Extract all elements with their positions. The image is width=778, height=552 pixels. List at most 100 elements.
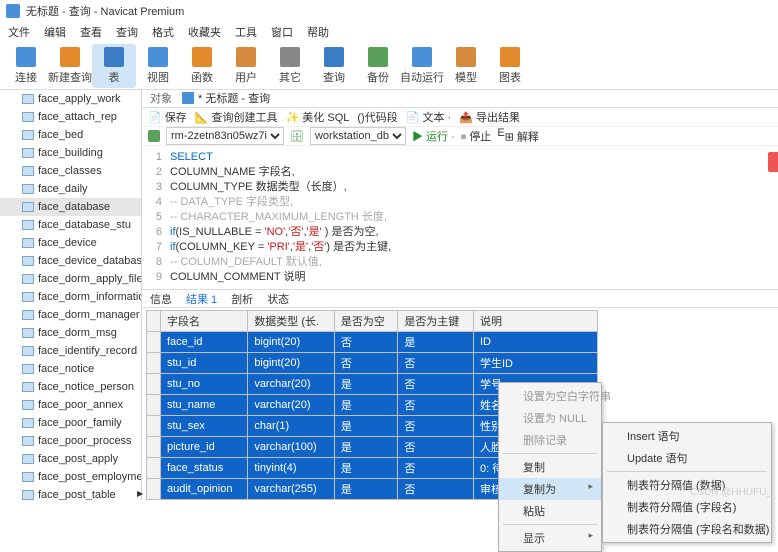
col-header[interactable]: 是否为空 bbox=[334, 311, 397, 332]
sidebar-item[interactable]: face_daily bbox=[0, 180, 141, 198]
sidebar-item[interactable]: face_building bbox=[0, 144, 141, 162]
toolbar-自动运行[interactable]: 自动运行 bbox=[400, 44, 444, 88]
ctx-item: 设置为 NULL bbox=[499, 407, 601, 429]
menu-item[interactable]: 窗口 bbox=[271, 24, 293, 40]
table-icon bbox=[22, 238, 34, 248]
menu-item[interactable]: 文件 bbox=[8, 24, 30, 40]
result-tab[interactable]: 结果 1 bbox=[186, 291, 217, 307]
toolbar-备份[interactable]: 备份 bbox=[356, 44, 400, 88]
table-row[interactable]: stu_idbigint(20)否否学生ID bbox=[147, 353, 598, 374]
table-icon bbox=[22, 202, 34, 212]
codeblock-button[interactable]: ()代码段 bbox=[357, 109, 397, 125]
table-icon bbox=[22, 130, 34, 140]
col-header[interactable]: 说明 bbox=[473, 311, 597, 332]
toolbar-查询[interactable]: 查询 bbox=[312, 44, 356, 88]
col-header[interactable]: 数据类型 (长. bbox=[248, 311, 335, 332]
explain-button[interactable]: E⊞ 解释 bbox=[497, 127, 539, 145]
ctx-item[interactable]: Update 语句 bbox=[603, 447, 771, 469]
beautify-button[interactable]: ✨ 美化 SQL bbox=[286, 109, 350, 125]
sidebar-item[interactable]: face_poor_process bbox=[0, 432, 141, 450]
table-icon bbox=[22, 328, 34, 338]
builder-button[interactable]: 📐 查询创建工具 bbox=[195, 109, 278, 125]
query-icon bbox=[182, 92, 194, 104]
sidebar-item[interactable]: face_apply_work bbox=[0, 90, 141, 108]
toolbar-连接[interactable]: 连接 bbox=[4, 44, 48, 88]
table-icon bbox=[22, 454, 34, 464]
menu-item[interactable]: 收藏夹 bbox=[188, 24, 221, 40]
toolbar-视图[interactable]: 视图 bbox=[136, 44, 180, 88]
sidebar-item[interactable]: face_poor_family bbox=[0, 414, 141, 432]
menu-item[interactable]: 格式 bbox=[152, 24, 174, 40]
ctx-item[interactable]: 制表符分隔值 (字段名) bbox=[603, 496, 771, 518]
toolbar-函数[interactable]: 函数 bbox=[180, 44, 224, 88]
object-sidebar[interactable]: face_apply_workface_attach_repface_bedfa… bbox=[0, 90, 142, 500]
export-button[interactable]: 📤 导出结果 bbox=[459, 109, 520, 125]
menu-item[interactable]: 工具 bbox=[235, 24, 257, 40]
bookmark-flag[interactable] bbox=[768, 152, 778, 172]
sidebar-item[interactable]: face_database bbox=[0, 198, 141, 216]
result-tab[interactable]: 状态 bbox=[267, 291, 289, 307]
table-icon bbox=[22, 184, 34, 194]
sidebar-item[interactable]: face_bed bbox=[0, 126, 141, 144]
menu-item[interactable]: 查询 bbox=[116, 24, 138, 40]
sidebar-item[interactable]: face_dorm_msg bbox=[0, 324, 141, 342]
sidebar-item[interactable]: face_attach_rep bbox=[0, 108, 141, 126]
ctx-item[interactable]: 复制为 bbox=[499, 478, 601, 500]
col-header[interactable]: 字段名 bbox=[161, 311, 248, 332]
sidebar-item[interactable]: face_poor_annex bbox=[0, 396, 141, 414]
menu-item[interactable]: 帮助 bbox=[307, 24, 329, 40]
toolbar-图表[interactable]: 图表 bbox=[488, 44, 532, 88]
sidebar-item[interactable]: face_identify_record bbox=[0, 342, 141, 360]
menu-item[interactable]: 查看 bbox=[80, 24, 102, 40]
sidebar-item[interactable]: face_dorm_informatior bbox=[0, 288, 141, 306]
menu-item[interactable]: 编辑 bbox=[44, 24, 66, 40]
toolbar-用户[interactable]: 用户 bbox=[224, 44, 268, 88]
ctx-item[interactable]: 粘贴 bbox=[499, 500, 601, 522]
sidebar-item[interactable]: face_notice_person bbox=[0, 378, 141, 396]
context-submenu[interactable]: Insert 语句Update 语句制表符分隔值 (数据)制表符分隔值 (字段名… bbox=[602, 422, 772, 543]
server-select[interactable]: rm-2zetn83n05wz7i bbox=[166, 127, 284, 145]
table-icon bbox=[22, 346, 34, 356]
sidebar-item[interactable]: face_device_database bbox=[0, 252, 141, 270]
toolbar-其它[interactable]: 其它 bbox=[268, 44, 312, 88]
ctx-item[interactable]: 制表符分隔值 (字段名和数据) bbox=[603, 518, 771, 540]
ctx-item[interactable]: 复制 bbox=[499, 456, 601, 478]
连接-icon bbox=[16, 47, 36, 67]
sidebar-item[interactable]: face_device bbox=[0, 234, 141, 252]
table-row[interactable]: face_idbigint(20)否是ID bbox=[147, 332, 598, 353]
sidebar-item[interactable]: face_notice bbox=[0, 360, 141, 378]
自动运行-icon bbox=[412, 47, 432, 67]
table-icon bbox=[22, 274, 34, 284]
col-header[interactable]: 是否为主键 bbox=[398, 311, 474, 332]
query-toolbar: 📄 保存 📐 查询创建工具 ✨ 美化 SQL ()代码段 📄 文本 · 📤 导出… bbox=[142, 108, 778, 127]
sidebar-item[interactable]: face_post_apply bbox=[0, 450, 141, 468]
sidebar-item[interactable]: face_dorm_apply_file bbox=[0, 270, 141, 288]
sidebar-item[interactable]: face_database_stu bbox=[0, 216, 141, 234]
tab-current[interactable]: * 无标题 - 查询 bbox=[182, 90, 270, 106]
ctx-item[interactable]: 显示 bbox=[499, 527, 601, 549]
sidebar-item[interactable]: face_post_table bbox=[0, 486, 141, 500]
toolbar-表[interactable]: 表 bbox=[92, 44, 136, 88]
其它-icon bbox=[280, 47, 300, 67]
模型-icon bbox=[456, 47, 476, 67]
tab-objects[interactable]: 对象 bbox=[150, 90, 172, 106]
save-button[interactable]: 📄 保存 bbox=[148, 109, 187, 125]
ctx-item[interactable]: Insert 语句 bbox=[603, 425, 771, 447]
视图-icon bbox=[148, 47, 168, 67]
toolbar-新建查询[interactable]: 新建查询 bbox=[48, 44, 92, 88]
db-select[interactable]: workstation_db bbox=[310, 127, 406, 145]
table-icon bbox=[22, 436, 34, 446]
sidebar-item[interactable]: face_post_employmen bbox=[0, 468, 141, 486]
sql-editor[interactable]: 1 SELECT2 COLUMN_NAME 字段名,3 COLUMN_TYPE … bbox=[142, 146, 778, 290]
app-icon bbox=[6, 4, 20, 18]
toolbar-模型[interactable]: 模型 bbox=[444, 44, 488, 88]
context-menu[interactable]: 设置为空白字符串设置为 NULL删除记录复制复制为粘贴显示 bbox=[498, 382, 602, 552]
result-tab[interactable]: 剖析 bbox=[231, 291, 253, 307]
result-tab[interactable]: 信息 bbox=[150, 291, 172, 307]
sidebar-item[interactable]: face_classes bbox=[0, 162, 141, 180]
stop-button: ⏹ 停止 bbox=[461, 128, 492, 144]
text-button[interactable]: 📄 文本 · bbox=[406, 109, 452, 125]
window-title: 无标题 - 查询 - Navicat Premium bbox=[26, 3, 184, 19]
sidebar-item[interactable]: face_dorm_manager bbox=[0, 306, 141, 324]
run-button[interactable]: ▶ 运行 · bbox=[412, 128, 455, 144]
